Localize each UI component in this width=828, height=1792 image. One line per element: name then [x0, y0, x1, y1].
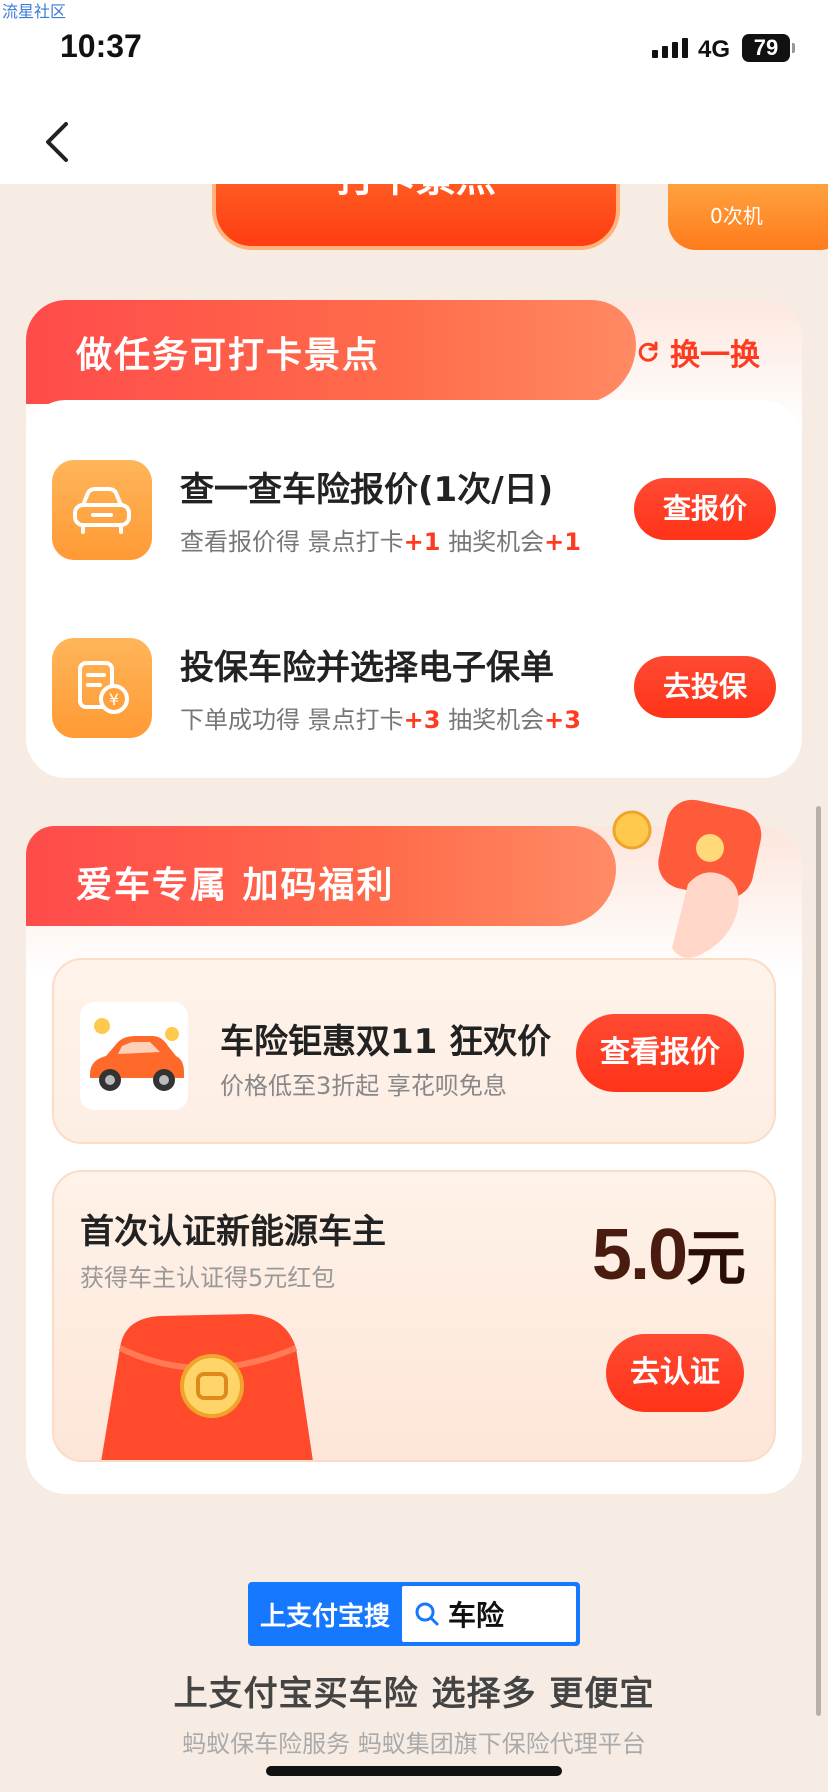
check-quote-button[interactable]: 查报价	[634, 478, 776, 540]
task-list: 查一查车险报价(1次/日) 查看报价得 景点打卡+1 抽奖机会+1 查报价 ¥ …	[26, 400, 802, 778]
task-card-title: 做任务可打卡景点	[76, 335, 381, 376]
refresh-label: 换一换	[670, 338, 760, 373]
watermark: 流星社区	[2, 2, 67, 21]
search-query: 车险	[448, 1599, 505, 1632]
footer-note: 蚂蚁保车险服务 蚂蚁集团旗下保险代理平台	[182, 1730, 646, 1758]
search-icon	[415, 1602, 439, 1626]
checkin-banner: 打卡景点 0次机	[0, 184, 828, 274]
refresh-icon	[638, 341, 658, 362]
footer-slogan: 上支付宝买车险 选择多 更便宜	[173, 1674, 655, 1714]
nav-bar	[0, 100, 828, 184]
chance-text: 0次机	[710, 204, 763, 228]
car-icon	[52, 460, 152, 560]
benefit-card-title: 爱车专属 加码福利	[76, 865, 395, 906]
scrollbar[interactable]	[816, 806, 821, 1716]
promo-subtitle: 价格低至3折起 享花呗免息	[220, 1072, 507, 1100]
cert-amount: 5.0元	[591, 1215, 746, 1295]
cert-title: 首次认证新能源车主	[80, 1212, 386, 1252]
insure-button[interactable]: 去投保	[634, 656, 776, 718]
signal-icon	[652, 38, 688, 58]
home-indicator[interactable]	[266, 1766, 562, 1776]
task-reward: 下单成功得 景点打卡+3 抽奖机会+3	[180, 706, 581, 734]
promo-title: 车险钜惠双11 狂欢价	[220, 1022, 552, 1062]
alipay-search-banner[interactable]: 上支付宝搜 车险	[248, 1582, 580, 1646]
battery-tip	[792, 43, 795, 53]
search-banner-label: 上支付宝搜	[260, 1601, 391, 1632]
red-envelope-icon	[101, 1314, 313, 1460]
refresh-button[interactable]: 换一换	[636, 330, 760, 374]
benefit-card: 爱车专属 加码福利 车险钜惠双11 狂欢价 价格低至3折起 享花呗免息 查看报价…	[26, 799, 802, 1494]
verify-button[interactable]: 去认证	[606, 1334, 744, 1412]
network-type: 4G	[698, 36, 731, 63]
task-title: 查一查车险报价(1次/日)	[180, 470, 554, 510]
svg-text:¥: ¥	[109, 690, 119, 709]
search-field[interactable]: 车险	[402, 1586, 576, 1642]
red-envelope-hand-icon	[612, 799, 762, 958]
back-icon[interactable]	[40, 120, 74, 164]
status-time: 10:37	[60, 28, 142, 64]
task-title: 投保车险并选择电子保单	[180, 648, 554, 688]
task-item-insure: ¥ 投保车险并选择电子保单 下单成功得 景点打卡+3 抽奖机会+3 去投保	[52, 638, 776, 738]
checkin-label: 打卡景点	[336, 184, 496, 201]
car-thumbnail	[80, 1002, 188, 1110]
task-reward: 查看报价得 景点打卡+1 抽奖机会+1	[180, 528, 581, 556]
cert-box: 首次认证新能源车主 获得车主认证得5元红包 5.0元 去认证	[52, 1170, 776, 1462]
chance-card[interactable]: 0次机	[668, 184, 828, 250]
checkin-button[interactable]: 打卡景点	[212, 184, 620, 250]
battery-icon: 79	[742, 34, 790, 62]
promo-box: 车险钜惠双11 狂欢价 价格低至3折起 享花呗免息 查看报价	[52, 958, 776, 1144]
cert-subtitle: 获得车主认证得5元红包	[80, 1264, 336, 1292]
e-policy-icon: ¥	[52, 638, 152, 738]
task-card: 做任务可打卡景点 换一换 查一查车险报价(1次/日) 查看报价得 景点打卡+1 …	[26, 300, 802, 778]
status-bar: 10:37 4G 79	[0, 0, 828, 100]
view-quote-button[interactable]: 查看报价	[576, 1014, 744, 1092]
task-item-quote: 查一查车险报价(1次/日) 查看报价得 景点打卡+1 抽奖机会+1 查报价	[52, 460, 776, 560]
